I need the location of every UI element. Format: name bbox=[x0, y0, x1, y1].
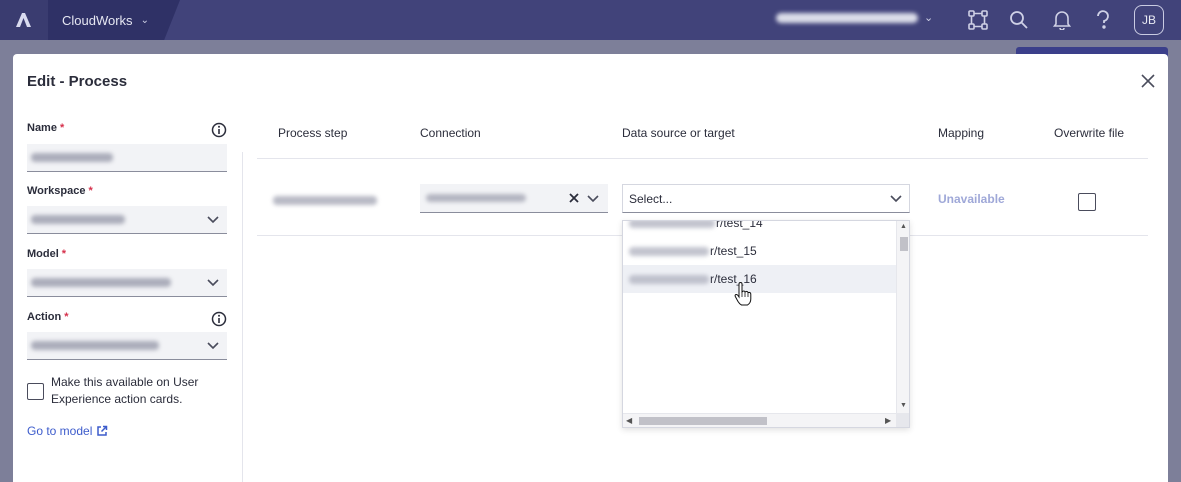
redacted-value bbox=[31, 278, 171, 287]
dimmed-background bbox=[0, 40, 1181, 54]
dropdown-option-hovered[interactable]: r/test_16 bbox=[623, 265, 896, 293]
mapping-status: Unavailable bbox=[938, 192, 1005, 206]
data-source-select[interactable]: Select... bbox=[622, 184, 910, 213]
scroll-up-arrow-icon[interactable]: ▲ bbox=[900, 223, 907, 230]
header-mapping: Mapping bbox=[938, 126, 985, 140]
external-link-icon bbox=[97, 425, 108, 436]
scroll-right-arrow-icon[interactable]: ▶ bbox=[885, 416, 891, 425]
avatar[interactable]: JB bbox=[1134, 5, 1164, 35]
header-data-source: Data source or target bbox=[622, 126, 735, 140]
scroll-left-arrow-icon[interactable]: ◀ bbox=[626, 416, 632, 425]
dropdown-option-label: r/test_15 bbox=[710, 244, 757, 258]
name-label: Name * bbox=[27, 122, 65, 134]
model-select[interactable] bbox=[27, 269, 227, 297]
dropdown-option[interactable]: r/test_14 bbox=[623, 220, 896, 237]
dropdown-option-label: r/test_14 bbox=[716, 220, 763, 230]
user-menu-redacted[interactable] bbox=[776, 13, 918, 23]
overwrite-file-checkbox[interactable] bbox=[1078, 193, 1096, 211]
scrollbar-thumb[interactable] bbox=[900, 237, 908, 251]
scroll-down-arrow-icon[interactable]: ▼ bbox=[900, 402, 907, 409]
go-to-model-link[interactable]: Go to model bbox=[27, 424, 108, 438]
close-icon[interactable] bbox=[1138, 71, 1158, 91]
connection-select[interactable] bbox=[420, 184, 608, 213]
name-field[interactable] bbox=[27, 144, 227, 172]
dropdown-option[interactable]: r/test_15 bbox=[623, 237, 896, 265]
top-navigation-bar: CloudWorks ⌄ ⌄ JB bbox=[0, 0, 1181, 40]
redacted-value bbox=[31, 341, 159, 350]
ux-action-card-checkbox[interactable] bbox=[27, 383, 44, 400]
chevron-down-icon bbox=[207, 216, 219, 224]
header-divider bbox=[257, 158, 1148, 159]
anaplan-logo-icon[interactable] bbox=[0, 0, 48, 40]
data-source-placeholder: Select... bbox=[629, 192, 673, 206]
ux-action-card-label: Make this available on User Experience a… bbox=[51, 375, 199, 406]
header-connection: Connection bbox=[420, 126, 481, 140]
info-icon[interactable] bbox=[211, 311, 227, 327]
redacted-prefix bbox=[629, 246, 709, 256]
info-icon[interactable] bbox=[211, 122, 227, 138]
chevron-down-icon bbox=[207, 279, 219, 287]
action-select[interactable] bbox=[27, 332, 227, 360]
scrollbar-thumb[interactable] bbox=[639, 417, 767, 425]
search-icon[interactable] bbox=[1007, 8, 1031, 32]
chevron-down-icon: ⌄ bbox=[140, 14, 149, 26]
scrollbar-corner bbox=[896, 413, 909, 427]
process-step-redacted bbox=[273, 196, 377, 205]
hand-cursor-icon bbox=[734, 282, 752, 306]
workspace-switcher-label: CloudWorks bbox=[62, 12, 133, 28]
clear-icon[interactable] bbox=[566, 190, 582, 206]
action-label: Action * bbox=[27, 311, 69, 323]
panel-divider bbox=[242, 152, 243, 482]
redacted-value bbox=[426, 194, 526, 202]
edit-process-modal: Edit - Process Name * Workspace * Model * A… bbox=[13, 54, 1168, 482]
chevron-down-icon[interactable] bbox=[586, 191, 600, 205]
workspace-select[interactable] bbox=[27, 206, 227, 234]
modal-title: Edit - Process bbox=[27, 73, 128, 90]
chevron-down-icon bbox=[207, 342, 219, 350]
bell-icon[interactable] bbox=[1050, 8, 1074, 32]
chevron-down-icon[interactable]: ⌄ bbox=[924, 11, 933, 24]
help-icon[interactable] bbox=[1091, 8, 1115, 32]
redacted-prefix bbox=[629, 221, 715, 228]
vertical-scrollbar[interactable]: ▲ ▼ bbox=[896, 221, 909, 413]
model-label: Model * bbox=[27, 248, 67, 260]
redacted-value bbox=[31, 153, 113, 162]
workspace-switcher[interactable]: CloudWorks ⌄ bbox=[48, 0, 180, 40]
header-overwrite-file: Overwrite file bbox=[1054, 126, 1125, 140]
chevron-down-icon bbox=[890, 195, 902, 203]
header-process-step: Process step bbox=[278, 126, 348, 140]
workspace-label: Workspace * bbox=[27, 185, 93, 197]
redacted-value bbox=[31, 215, 125, 224]
horizontal-scrollbar[interactable]: ◀ ▶ bbox=[623, 413, 896, 427]
process-details-panel: Name * Workspace * Model * Action * Make thi… bbox=[13, 114, 242, 482]
go-to-model-label: Go to model bbox=[27, 424, 93, 438]
data-source-dropdown: r/test_14 r/test_15 r/test_16 ▲ ▼ ◀ ▶ bbox=[622, 220, 910, 428]
redacted-prefix bbox=[629, 274, 709, 284]
integrations-icon[interactable] bbox=[966, 8, 990, 32]
